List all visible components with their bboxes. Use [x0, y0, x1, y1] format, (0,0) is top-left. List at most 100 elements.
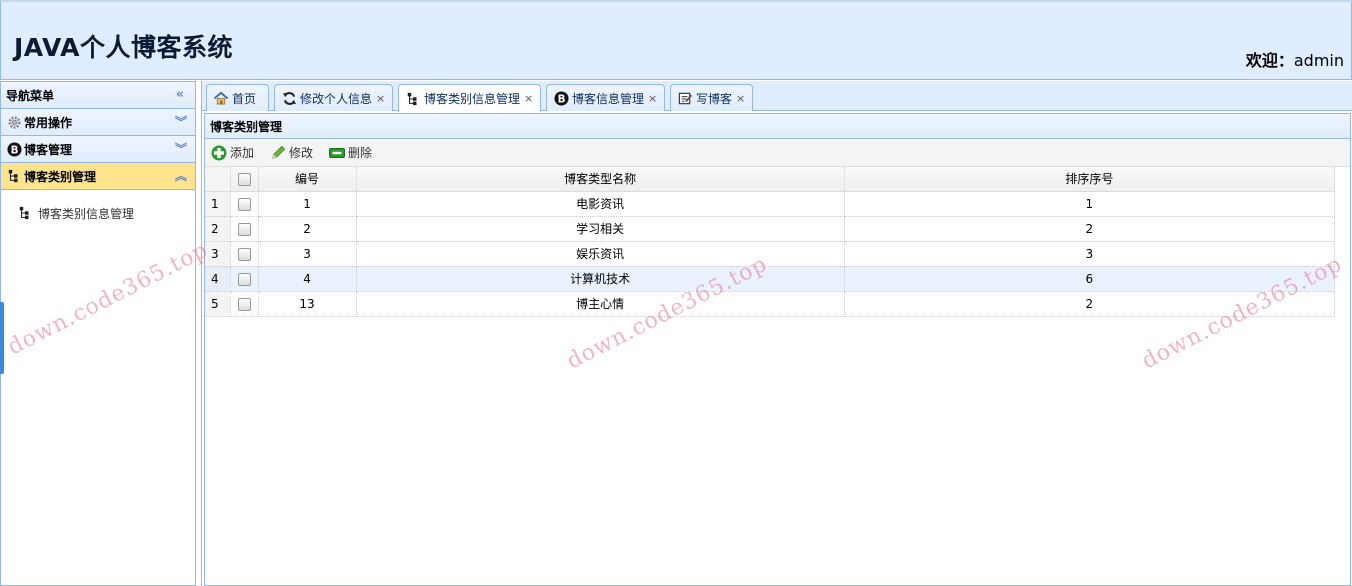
category-table: 编号 博客类型名称 排序序号 1 1 电影资讯 1 2 2 学习相关 2 3 3…: [205, 167, 1336, 317]
pencil-icon: [270, 145, 286, 161]
row-checkbox[interactable]: [237, 272, 251, 286]
row-checkbox[interactable]: [237, 197, 251, 211]
select-all-cell: [230, 167, 259, 192]
tab-category-info[interactable]: 博客类别信息管理 ×: [398, 84, 541, 112]
tab-close-icon[interactable]: ×: [736, 92, 745, 105]
svg-text:B: B: [557, 93, 565, 105]
cell-id: 4: [258, 266, 357, 292]
cell-name: 学习相关: [356, 216, 845, 242]
cell-id: 2: [258, 216, 357, 242]
tree-icon: [405, 91, 421, 107]
row-select-cell: [230, 241, 259, 267]
select-all-checkbox[interactable]: [237, 172, 251, 186]
cell-id: 3: [258, 241, 357, 267]
expand-down-icon[interactable]: ︾: [175, 115, 187, 129]
tree-icon: [17, 205, 33, 221]
rownum-header: [205, 167, 231, 192]
add-button-label: 添加: [230, 146, 255, 160]
panel-title: 博客类别管理: [205, 114, 1350, 139]
table-row[interactable]: 4 4 计算机技术 6: [205, 266, 1336, 292]
tab-label: 修改个人信息: [300, 91, 373, 106]
expand-down-icon[interactable]: ︾: [175, 142, 187, 156]
tab-bar: 首页 修改个人信息 × 博客类别信息管理 × B 博客信息管理 × 写博客 ×: [202, 81, 1352, 112]
tab-label: 写博客: [696, 91, 733, 106]
svg-text:B: B: [10, 144, 18, 156]
tab-blog-info[interactable]: B 博客信息管理 ×: [546, 84, 665, 111]
nav-section-label: 博客类别管理: [24, 169, 97, 184]
edit-note-icon: [677, 90, 693, 106]
cell-order: 2: [844, 216, 1336, 242]
nav-panel-header: 导航菜单 «: [1, 82, 195, 109]
splitter-handle[interactable]: [0, 302, 4, 374]
tab-edit-profile[interactable]: 修改个人信息 ×: [274, 84, 393, 111]
nav-section-common[interactable]: 常用操作 ︾: [1, 109, 195, 136]
blog-logo-icon: B: [6, 141, 22, 157]
tab-close-icon[interactable]: ×: [524, 92, 533, 105]
table-row[interactable]: 1 1 电影资讯 1: [205, 191, 1336, 217]
nav-panel: 导航菜单 « 常用操作 ︾ B 博客管理 ︾ 博客类别管理 ︽ 博客类别信息管理: [0, 81, 196, 586]
blog-logo-icon: B: [553, 90, 569, 106]
row-select-cell: [230, 216, 259, 242]
delete-button[interactable]: 删除: [329, 144, 372, 161]
row-select-cell: [230, 191, 259, 217]
column-header-id[interactable]: 编号: [258, 167, 357, 192]
cell-id: 13: [258, 291, 357, 317]
cell-name: 娱乐资讯: [356, 241, 845, 267]
row-number: 3: [205, 241, 231, 267]
tab-label: 博客信息管理: [572, 91, 645, 106]
tab-close-icon[interactable]: ×: [648, 92, 657, 105]
welcome-text: 欢迎：admin: [1246, 47, 1344, 71]
row-number: 5: [205, 291, 231, 317]
tab-label: 博客类别信息管理: [424, 92, 521, 106]
app-title: JAVA个人博客系统: [14, 33, 233, 62]
cell-name: 博主心情: [356, 291, 845, 317]
row-checkbox[interactable]: [237, 222, 251, 236]
column-header-name[interactable]: 博客类型名称: [356, 167, 845, 192]
table-row[interactable]: 5 13 博主心情 2: [205, 291, 1336, 317]
table-row[interactable]: 2 2 学习相关 2: [205, 216, 1336, 242]
cell-id: 1: [258, 191, 357, 217]
tab-write-blog[interactable]: 写博客 ×: [670, 84, 753, 111]
cell-order: 6: [844, 266, 1336, 292]
row-checkbox[interactable]: [237, 247, 251, 261]
grid-toolbar: 添加 修改 删除: [205, 139, 1350, 167]
row-number: 1: [205, 191, 231, 217]
cell-order: 3: [844, 241, 1336, 267]
tree-item-category-info[interactable]: 博客类别信息管理: [17, 202, 195, 224]
nav-section-category[interactable]: 博客类别管理 ︽: [1, 163, 195, 190]
add-button[interactable]: 添加: [211, 144, 254, 161]
refresh-icon: [281, 90, 297, 106]
edit-button[interactable]: 修改: [270, 144, 313, 161]
cell-name: 电影资讯: [356, 191, 845, 217]
welcome-label: 欢迎：: [1245, 51, 1294, 70]
home-icon: [213, 90, 229, 106]
tab-home[interactable]: 首页: [206, 84, 269, 111]
nav-section-label: 常用操作: [24, 115, 73, 130]
collapse-left-icon[interactable]: «: [173, 88, 187, 102]
nav-panel-title: 导航菜单: [6, 88, 55, 103]
tree-icon: [6, 168, 22, 184]
cell-order: 2: [844, 291, 1336, 317]
username: admin: [1293, 51, 1344, 70]
table-row[interactable]: 3 3 娱乐资讯 3: [205, 241, 1336, 267]
edit-button-label: 修改: [289, 146, 314, 160]
row-select-cell: [230, 291, 259, 317]
delete-button-label: 删除: [348, 146, 373, 160]
collapse-up-icon[interactable]: ︽: [175, 169, 187, 183]
row-select-cell: [230, 266, 259, 292]
main-area: 首页 修改个人信息 × 博客类别信息管理 × B 博客信息管理 × 写博客 × …: [201, 81, 1352, 586]
tree-item-label: 博客类别信息管理: [38, 206, 135, 221]
add-icon: [211, 145, 227, 161]
gear-icon: [6, 114, 22, 130]
column-header-order[interactable]: 排序序号: [844, 167, 1336, 192]
nav-section-blog[interactable]: B 博客管理 ︾: [1, 136, 195, 163]
category-panel: 博客类别管理 添加 修改 删除 编号 博客类型名称 排序序号 1 1 电影资讯 …: [204, 113, 1351, 586]
category-tree: 博客类别信息管理: [1, 190, 195, 224]
table-header-row: 编号 博客类型名称 排序序号: [205, 167, 1336, 192]
row-number: 2: [205, 216, 231, 242]
row-number: 4: [205, 266, 231, 292]
tab-close-icon[interactable]: ×: [376, 92, 385, 105]
cell-order: 1: [844, 191, 1336, 217]
nav-section-label: 博客管理: [24, 142, 73, 157]
row-checkbox[interactable]: [237, 297, 251, 311]
